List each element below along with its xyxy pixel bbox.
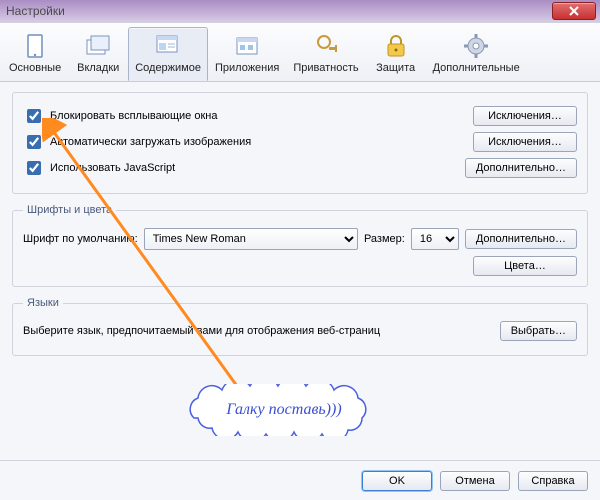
tab-label: Вкладки [77,62,119,74]
callout-text: Галку поставь))) [226,401,341,419]
lang-group: Языки Выберите язык, предпочитаемый вами… [12,297,588,356]
tab-advanced[interactable]: Дополнительные [426,27,527,81]
js-extra-button[interactable]: Дополнительно… [465,158,577,178]
gear-icon [461,32,491,60]
enable-js-label: Использовать JavaScript [50,162,175,174]
tab-security[interactable]: Защита [366,27,426,81]
tab-label: Дополнительные [433,62,520,74]
content-icon [153,32,183,60]
colors-button[interactable]: Цвета… [473,256,577,276]
tab-applications[interactable]: Приложения [208,27,286,81]
tab-tabs[interactable]: Вкладки [68,27,128,81]
dialog-buttons: OK Отмена Справка [0,460,600,500]
general-icon [20,32,50,60]
load-images-label: Автоматически загружать изображения [50,136,251,148]
settings-toolbar: Основные Вкладки Содержимое Приложения П… [0,22,600,82]
annotation-callout: Галку поставь))) [176,384,392,436]
content-group: Блокировать всплывающие окна Исключения…… [12,92,588,194]
applications-icon [232,32,262,60]
help-button[interactable]: Справка [518,471,588,491]
titlebar: Настройки [0,0,600,22]
block-popups-checkbox[interactable] [27,109,41,123]
window-title: Настройки [6,4,65,18]
enable-js-checkbox[interactable] [27,161,41,175]
cancel-button[interactable]: Отмена [440,471,510,491]
block-popups-label: Блокировать всплывающие окна [50,110,217,122]
tab-content[interactable]: Содержимое [128,27,208,81]
fonts-group: Шрифты и цвета Шрифт по умолчанию: Times… [12,204,588,287]
ok-button[interactable]: OK [362,471,432,491]
tab-label: Приложения [215,62,279,74]
default-font-label: Шрифт по умолчанию: [23,233,138,245]
security-icon [381,32,411,60]
fonts-legend: Шрифты и цвета [23,204,116,216]
font-size-select[interactable]: 16 [411,228,459,250]
fonts-extra-button[interactable]: Дополнительно… [465,229,577,249]
tab-label: Приватность [293,62,358,74]
tab-label: Защита [376,62,415,74]
block-popups-row[interactable]: Блокировать всплывающие окна [23,106,217,126]
lang-legend: Языки [23,297,63,309]
size-label: Размер: [364,233,405,245]
default-font-select[interactable]: Times New Roman [144,228,358,250]
load-images-row[interactable]: Автоматически загружать изображения [23,132,251,152]
lang-text: Выберите язык, предпочитаемый вами для о… [23,325,380,337]
tab-privacy[interactable]: Приватность [286,27,365,81]
popups-exceptions-button[interactable]: Исключения… [473,106,577,126]
privacy-icon [311,32,341,60]
tab-general[interactable]: Основные [2,27,68,81]
tab-label: Основные [9,62,61,74]
close-button[interactable] [552,2,596,20]
tab-label: Содержимое [135,62,201,74]
load-images-checkbox[interactable] [27,135,41,149]
enable-js-row[interactable]: Использовать JavaScript [23,158,175,178]
tabs-icon [83,32,113,60]
lang-choose-button[interactable]: Выбрать… [500,321,577,341]
images-exceptions-button[interactable]: Исключения… [473,132,577,152]
